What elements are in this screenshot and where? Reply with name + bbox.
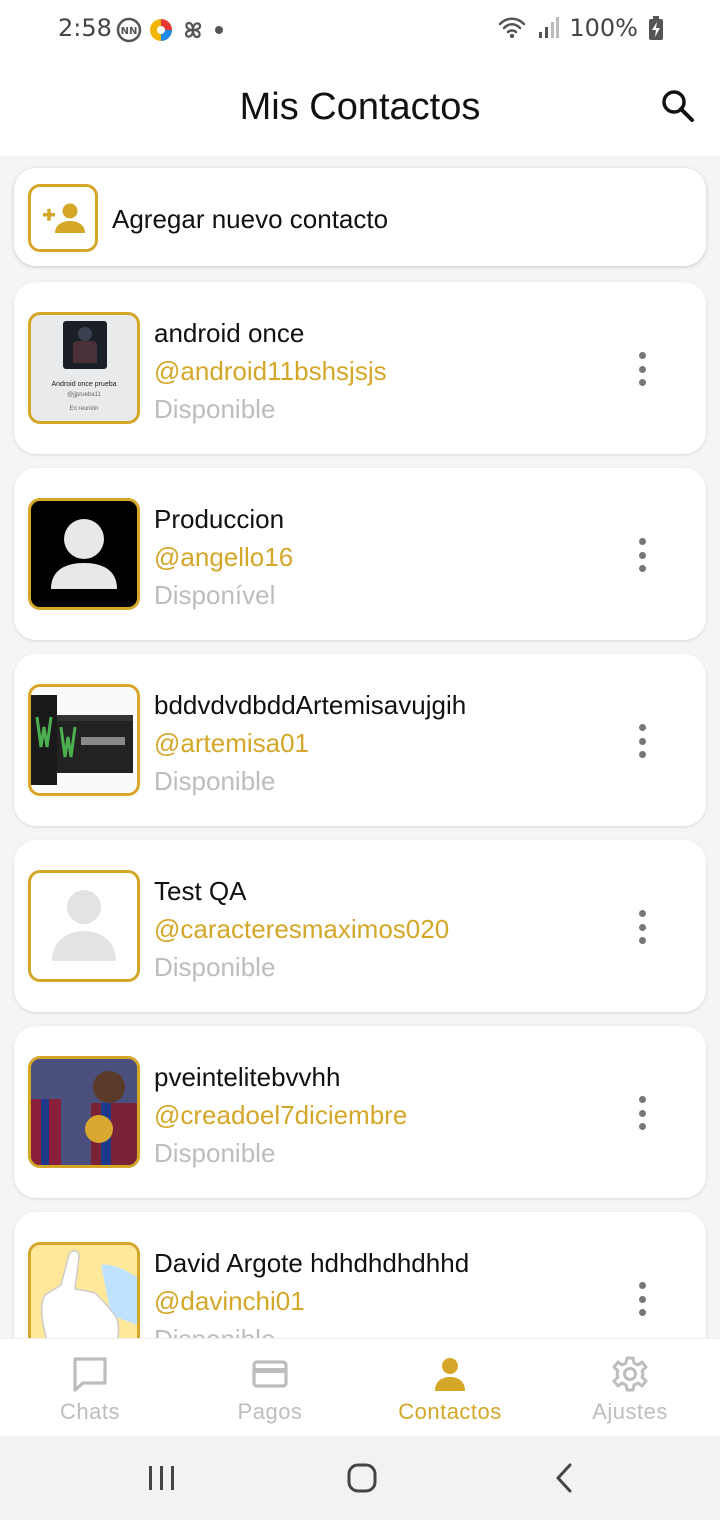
nav-label: Ajustes (592, 1399, 668, 1424)
contact-status: Disponible (154, 1138, 276, 1168)
signal-icon (539, 17, 560, 38)
contact-handle: @creadoel7diciembre (154, 1100, 408, 1130)
contact-card[interactable]: bddvdvdbddArtemisavujgih @artemisa01 Dis… (14, 654, 706, 826)
contact-handle: @davinchi01 (154, 1286, 305, 1316)
nav-item-pagos[interactable]: Pagos (180, 1339, 360, 1436)
contact-avatar (28, 498, 140, 610)
contact-card[interactable]: pveintelitebvvhh @creadoel7diciembre Dis… (14, 1026, 706, 1198)
battery-charging-icon (649, 16, 663, 40)
contact-card[interactable]: David Argote hdhdhdhdhhd @davinchi01 Dis… (14, 1212, 706, 1338)
chat-icon (73, 1357, 107, 1392)
more-options-icon[interactable] (636, 538, 648, 572)
contact-status: Disponible (154, 766, 276, 796)
contact-name: bddvdvdbddArtemisavujgih (154, 690, 467, 720)
app-header: Mis Contactos (0, 58, 720, 156)
add-contact-icon-box (28, 184, 98, 252)
more-options-icon[interactable] (636, 910, 648, 944)
avatar-subcaption: @jjprueba11 (67, 392, 101, 398)
contact-avatar (28, 1242, 140, 1338)
add-contact-label: Agregar nuevo contacto (112, 204, 389, 234)
back-icon[interactable] (544, 1462, 584, 1494)
contact-avatar (28, 1056, 140, 1168)
contact-name: Test QA (154, 876, 247, 906)
news-app-icon: NN (116, 17, 142, 43)
contact-handle: @android11bshsjsjs (154, 356, 387, 386)
page-title: Mis Contactos (239, 86, 481, 128)
status-right: 100% (497, 14, 664, 42)
contact-card[interactable]: Test QA @caracteresmaximos020 Disponible (14, 840, 706, 1012)
contact-handle: @caracteresmaximos020 (154, 914, 450, 944)
notification-icons: NN (116, 16, 226, 44)
pinwheel-icon (184, 21, 202, 39)
search-icon[interactable] (660, 88, 696, 124)
more-options-icon[interactable] (636, 352, 648, 386)
contact-avatar (28, 684, 140, 796)
colorful-app-icon (150, 19, 172, 41)
svg-text:NN: NN (121, 26, 138, 37)
person-icon (435, 1358, 465, 1391)
wifi-icon (499, 17, 526, 39)
nav-label: Pagos (237, 1399, 303, 1424)
more-options-icon[interactable] (636, 1096, 648, 1130)
default-avatar-icon (51, 519, 117, 589)
nav-item-chats[interactable]: Chats (0, 1339, 180, 1436)
contact-status: Disponível (154, 580, 276, 610)
dot-icon (215, 26, 223, 34)
contact-name: David Argote hdhdhdhdhhd (154, 1248, 470, 1278)
system-nav-bar (0, 1436, 720, 1520)
contact-name: pveintelitebvvhh (154, 1062, 341, 1092)
battery-percent: 100% (569, 14, 638, 42)
contact-card[interactable]: Produccion @angello16 Disponível (14, 468, 706, 640)
contact-avatar (28, 870, 140, 982)
contact-name: Produccion (154, 504, 285, 534)
product-photo (31, 695, 133, 785)
contact-avatar: Android once prueba @jjprueba11 En reuni… (28, 312, 140, 424)
avatar-meta: En reunión (69, 406, 99, 412)
more-options-icon[interactable] (636, 724, 648, 758)
add-contact-button[interactable]: Agregar nuevo contacto (14, 168, 706, 266)
nav-label: Chats (60, 1399, 120, 1424)
card-icon (252, 1360, 288, 1388)
nav-item-ajustes[interactable]: Ajustes (540, 1339, 720, 1436)
person-add-icon (43, 203, 85, 233)
contact-card[interactable]: Android once prueba @jjprueba11 En reuni… (14, 282, 706, 454)
avatar-thumbnail (63, 321, 107, 369)
status-bar: 2:58 NN 100% (0, 0, 720, 58)
default-avatar-icon (52, 890, 116, 961)
hand-illustration (31, 1245, 137, 1338)
bottom-nav: Chats Pagos Contactos Ajustes (0, 1338, 720, 1436)
status-time: 2:58 (58, 14, 112, 42)
contact-status: Disponible (154, 394, 276, 424)
contact-status: Disponible (154, 952, 276, 982)
home-icon[interactable] (342, 1462, 382, 1494)
avatar-caption: Android once prueba (51, 381, 117, 388)
contact-handle: @artemisa01 (154, 728, 310, 758)
gear-icon (612, 1356, 648, 1392)
contacts-list[interactable]: Agregar nuevo contacto Android once prue… (0, 156, 720, 1338)
contact-handle: @angello16 (154, 542, 294, 572)
recent-apps-icon[interactable] (142, 1462, 182, 1494)
nav-item-contactos[interactable]: Contactos (360, 1339, 540, 1436)
person-photo (31, 1059, 137, 1165)
contact-name: android once (154, 318, 305, 348)
contact-status: Disponible (154, 1324, 275, 1338)
nav-label: Contactos (398, 1399, 502, 1424)
more-options-icon[interactable] (636, 1282, 648, 1316)
